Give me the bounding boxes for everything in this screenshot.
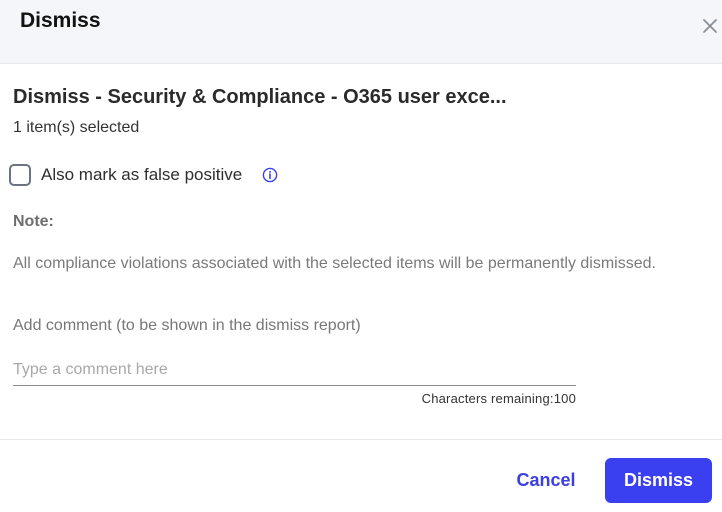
false-positive-row: Also mark as false positive [9,163,278,187]
note-body: All compliance violations associated wit… [13,255,656,272]
item-title: Dismiss - Security & Compliance - O365 u… [13,86,507,108]
note-heading: Note: [13,213,54,230]
comment-input[interactable] [13,354,576,386]
false-positive-checkbox[interactable] [9,164,31,186]
selected-count: 1 item(s) selected [13,119,140,136]
characters-remaining: Characters remaining:100 [13,391,576,406]
dismiss-dialog: Dismiss Dismiss - Security & Compliance … [0,0,722,512]
dialog-header: Dismiss [0,0,722,64]
comment-label: Add comment (to be shown in the dismiss … [13,317,361,334]
false-positive-label[interactable]: Also mark as false positive [41,165,242,185]
cancel-button[interactable]: Cancel [506,466,586,494]
dismiss-button[interactable]: Dismiss [605,458,712,503]
dialog-title: Dismiss [20,9,101,32]
close-button[interactable] [700,16,720,36]
characters-remaining-label: Characters remaining: [421,391,554,406]
characters-remaining-value: 100 [553,391,576,406]
info-icon[interactable] [262,167,278,183]
footer-divider [0,439,722,440]
close-icon [703,19,717,33]
